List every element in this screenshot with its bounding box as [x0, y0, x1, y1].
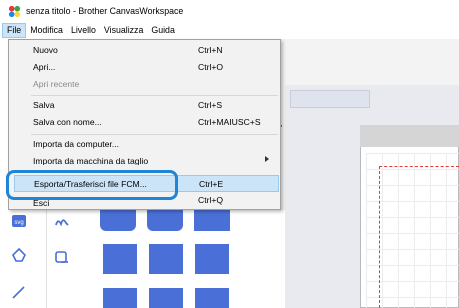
shape-tile[interactable]: [149, 244, 183, 274]
svg-text:svg: svg: [14, 220, 23, 226]
menu-item-label: Apri...: [33, 62, 56, 72]
menu-separator: [31, 134, 278, 135]
menu-item-importa-da-macchina[interactable]: Importa da macchina da taglio: [9, 153, 280, 165]
title-bar: senza titolo - Brother CanvasWorkspace: [0, 0, 459, 22]
menu-item-apri-recente: Apri recente: [9, 76, 280, 92]
menu-item-salva[interactable]: Salva Ctrl+S: [9, 97, 280, 113]
menu-item-label: Salva con nome...: [33, 117, 102, 127]
highlight-callout: [6, 170, 178, 200]
menu-item-apri[interactable]: Apri... Ctrl+O: [9, 59, 280, 75]
frame-icon[interactable]: [53, 248, 71, 266]
svg-icon[interactable]: svg: [10, 212, 28, 230]
menu-item-shortcut: Ctrl+E: [199, 178, 224, 189]
menu-item-shortcut: Ctrl+S: [198, 100, 223, 110]
window-title: senza titolo - Brother CanvasWorkspace: [26, 6, 184, 16]
menu-item-importa-da-computer[interactable]: Importa da computer...: [9, 136, 280, 152]
menu-livello[interactable]: Livello: [67, 23, 100, 38]
menu-separator: [31, 95, 278, 96]
menu-modifica[interactable]: Modifica: [26, 23, 67, 38]
menu-item-label: Apri recente: [33, 79, 80, 89]
text-shape-icon[interactable]: [53, 212, 71, 230]
cut-area-border-horizontal: [379, 166, 459, 167]
submenu-arrow-icon: [265, 156, 269, 162]
canvasworkspace-icon: [8, 5, 21, 17]
menu-item-salva-con-nome[interactable]: Salva con nome... Ctrl+MAIUSC+S: [9, 114, 280, 130]
menu-bar: File Modifica Livello Visualizza Guida: [0, 22, 459, 39]
cut-area-border-vertical: [379, 166, 380, 308]
menu-visualizza[interactable]: Visualizza: [100, 23, 147, 38]
shape-icon[interactable]: [10, 246, 28, 264]
menu-item-label: Importa da macchina da taglio: [33, 156, 149, 165]
menu-item-shortcut: Ctrl+N: [198, 45, 223, 55]
shape-tile[interactable]: [195, 244, 229, 274]
menu-item-label: Salva: [33, 100, 55, 110]
panel-tab[interactable]: [290, 90, 370, 108]
toolbar-strip: [280, 39, 459, 85]
line-icon[interactable]: [10, 283, 28, 301]
shape-tile[interactable]: [103, 288, 137, 308]
menu-item-shortcut: Ctrl+Q: [198, 195, 224, 205]
shape-tile[interactable]: [195, 288, 229, 308]
menu-item-shortcut: Ctrl+MAIUSC+S: [198, 117, 261, 127]
menu-item-label: Importa da computer...: [33, 139, 119, 149]
menu-file[interactable]: File: [2, 23, 27, 38]
app-window: senza titolo - Brother CanvasWorkspace F…: [0, 0, 459, 308]
menu-guida[interactable]: Guida: [147, 23, 178, 38]
menu-item-shortcut: Ctrl+O: [198, 62, 224, 72]
shape-tile[interactable]: [149, 288, 183, 308]
mat-header: [360, 125, 459, 147]
menu-item-label: Nuovo: [33, 45, 58, 55]
shape-tile[interactable]: [103, 244, 137, 274]
menu-item-nuovo[interactable]: Nuovo Ctrl+N: [9, 42, 280, 58]
